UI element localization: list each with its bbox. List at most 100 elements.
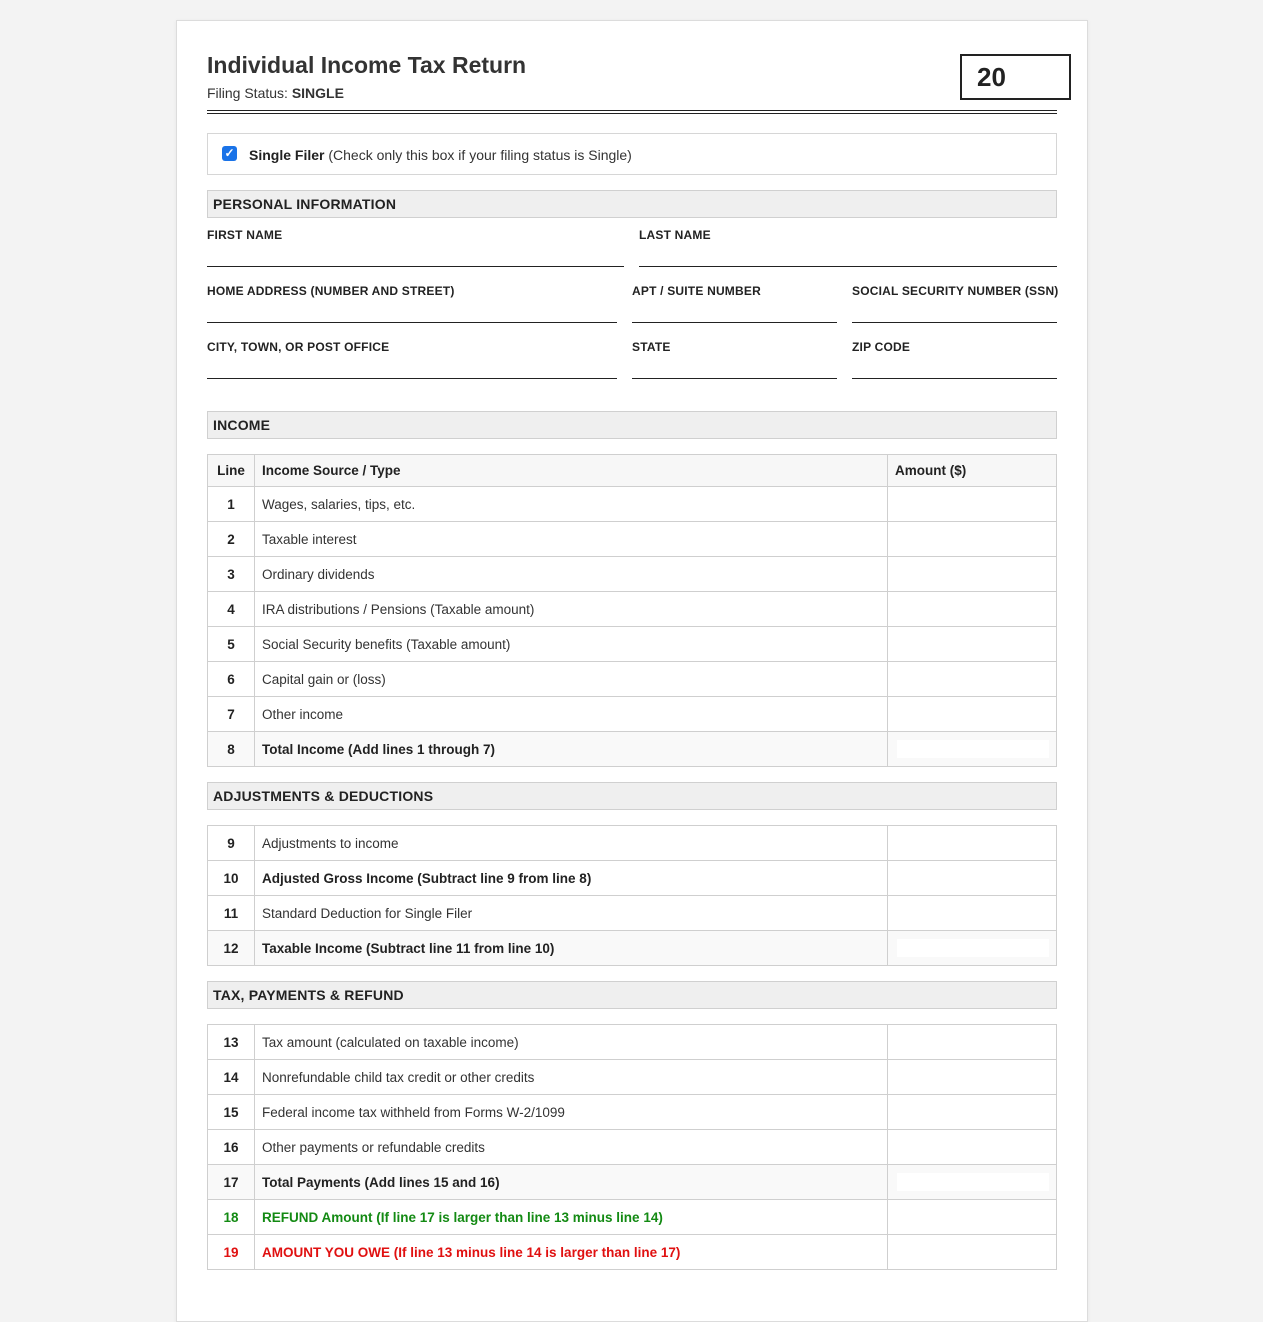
table-row: 3 Ordinary dividends [207,556,1057,592]
amount-input[interactable] [887,1129,1057,1165]
table-row: 6 Capital gain or (loss) [207,661,1057,697]
income-table: Line Income Source / Type Amount ($) 1 Wa… [207,454,1057,767]
amount-input[interactable] [887,556,1057,592]
city-field[interactable]: CITY, TOWN, OR POST OFFICE [207,340,617,379]
ssn-field[interactable]: SOCIAL SECURITY NUMBER (SSN) [852,284,1058,323]
table-row: 13 Tax amount (calculated on taxable inco… [207,1024,1057,1060]
line-description: AMOUNT YOU OWE (If line 13 minus line 14… [254,1234,888,1270]
first-name-input[interactable] [207,266,624,267]
zip-label: ZIP CODE [852,340,911,354]
state-field[interactable]: STATE [632,340,837,379]
city-label: CITY, TOWN, OR POST OFFICE [207,340,390,354]
table-row: 4 IRA distributions / Pensions (Taxable a… [207,591,1057,627]
amount-input[interactable] [887,1024,1057,1060]
line-description: Taxable interest [254,521,888,557]
city-input[interactable] [207,378,617,379]
amount-input[interactable] [887,626,1057,662]
line-number: 7 [207,696,255,732]
filing-status-label: Filing Status: [207,85,288,101]
state-label: STATE [632,340,671,354]
table-row: 5 Social Security benefits (Taxable amoun… [207,626,1057,662]
line-number: 17 [207,1164,255,1200]
last-name-input[interactable] [639,266,1057,267]
total-amount-field [887,930,1057,966]
amount-input[interactable] [887,825,1057,861]
amount-input[interactable] [887,521,1057,557]
adjustments-table: 9 Adjustments to income 10 Adjusted Gross … [207,825,1057,966]
amount-input[interactable] [887,486,1057,522]
column-header-source: Income Source / Type [254,454,888,487]
apt-input[interactable] [632,322,837,323]
line-number: 3 [207,556,255,592]
line-number: 12 [207,930,255,966]
home-address-field[interactable]: HOME ADDRESS (NUMBER AND STREET) [207,284,617,323]
total-amount-field [887,731,1057,767]
amount-input[interactable] [887,1234,1057,1270]
tax-year-field[interactable]: 20 [960,54,1071,100]
table-row: 15 Federal income tax withheld from Forms… [207,1094,1057,1130]
amount-input[interactable] [887,1094,1057,1130]
single-filer-option[interactable]: ✓ Single Filer (Check only this box if y… [207,133,1057,175]
form-title: Individual Income Tax Return [207,52,527,78]
section-income: INCOME [207,411,1057,439]
amount-input[interactable] [887,591,1057,627]
line-description: Wages, salaries, tips, etc. [254,486,888,522]
tax-payments-table: 13 Tax amount (calculated on taxable inco… [207,1024,1057,1270]
table-row: 10 Adjusted Gross Income (Subtract line 9… [207,860,1057,896]
table-row: 2 Taxable interest [207,521,1057,557]
line-number: 8 [207,731,255,767]
line-number: 16 [207,1129,255,1165]
single-filer-note: (Check only this box if your filing stat… [328,147,632,163]
line-description: Adjustments to income [254,825,888,861]
line-number: 2 [207,521,255,557]
line-description: Ordinary dividends [254,556,888,592]
readonly-amount [897,740,1049,758]
amount-owed-row: 19 AMOUNT YOU OWE (If line 13 minus line … [207,1234,1057,1270]
ssn-input[interactable] [852,322,1057,323]
filing-status: Filing Status: SINGLE [207,85,344,101]
first-name-label: FIRST NAME [207,228,283,242]
amount-input[interactable] [887,860,1057,896]
zip-field[interactable]: ZIP CODE [852,340,1057,379]
line-description: Capital gain or (loss) [254,661,888,697]
line-description: Taxable Income (Subtract line 11 from li… [254,930,888,966]
home-address-label: HOME ADDRESS (NUMBER AND STREET) [207,284,455,298]
line-description: REFUND Amount (If line 17 is larger than… [254,1199,888,1235]
state-input[interactable] [632,378,837,379]
apt-label: APT / SUITE NUMBER [632,284,761,298]
total-row: 12 Taxable Income (Subtract line 11 from … [207,930,1057,966]
line-description: Total Income (Add lines 1 through 7) [254,731,888,767]
line-number: 4 [207,591,255,627]
line-description: Adjusted Gross Income (Subtract line 9 f… [254,860,888,896]
first-name-field[interactable]: FIRST NAME [207,228,624,267]
line-number: 11 [207,895,255,931]
amount-input[interactable] [887,1059,1057,1095]
line-description: IRA distributions / Pensions (Taxable am… [254,591,888,627]
table-row: 16 Other payments or refundable credits [207,1129,1057,1165]
amount-input[interactable] [887,661,1057,697]
home-address-input[interactable] [207,322,617,323]
amount-input[interactable] [887,696,1057,732]
table-row: 14 Nonrefundable child tax credit or othe… [207,1059,1057,1095]
column-header-amount: Amount ($) [887,454,1057,487]
total-row: 17 Total Payments (Add lines 15 and 16) [207,1164,1057,1200]
line-description: Social Security benefits (Taxable amount… [254,626,888,662]
zip-input[interactable] [852,378,1057,379]
line-number: 15 [207,1094,255,1130]
line-description: Federal income tax withheld from Forms W… [254,1094,888,1130]
amount-input[interactable] [887,895,1057,931]
readonly-amount [897,1173,1049,1191]
line-number: 14 [207,1059,255,1095]
line-description: Other payments or refundable credits [254,1129,888,1165]
single-filer-checkbox[interactable]: ✓ [222,146,237,161]
last-name-label: LAST NAME [639,228,711,242]
apt-field[interactable]: APT / SUITE NUMBER [632,284,837,323]
readonly-amount [897,939,1049,957]
line-description: Total Payments (Add lines 15 and 16) [254,1164,888,1200]
table-row: 11 Standard Deduction for Single Filer [207,895,1057,931]
last-name-field[interactable]: LAST NAME [639,228,1057,267]
amount-input[interactable] [887,1199,1057,1235]
line-number: 18 [207,1199,255,1235]
section-personal-information: PERSONAL INFORMATION [207,190,1057,218]
line-number: 1 [207,486,255,522]
